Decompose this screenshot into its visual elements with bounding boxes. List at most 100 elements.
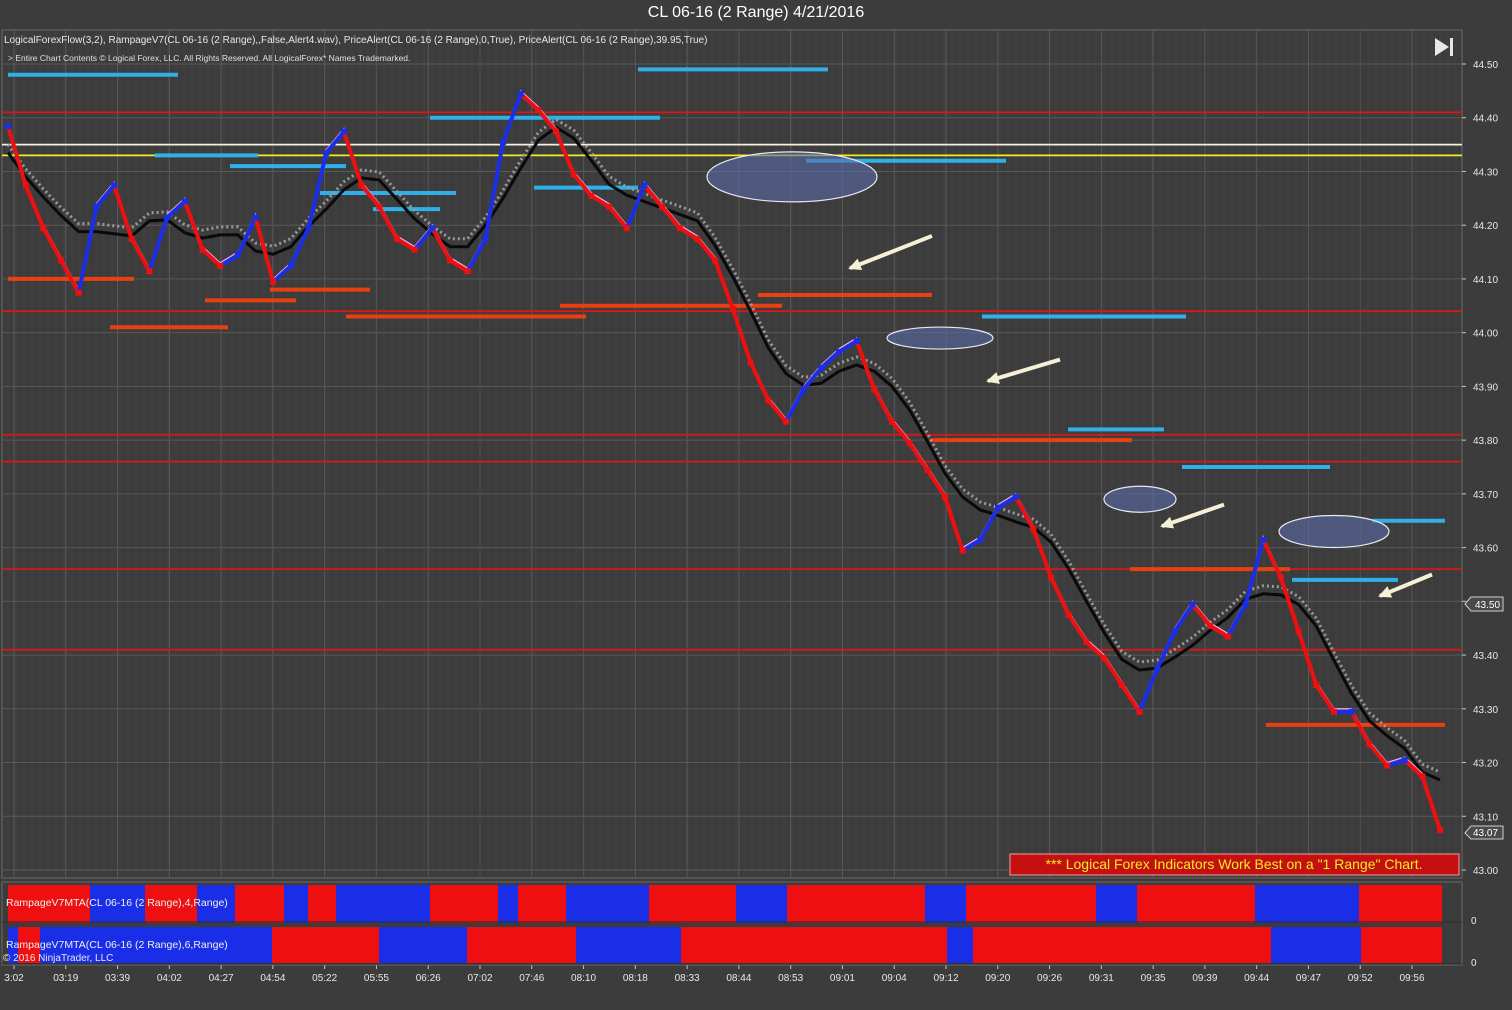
mta-panels (1, 881, 1463, 966)
price-point (729, 305, 736, 312)
x-tick-label: 09:20 (985, 973, 1010, 984)
mta1-bar (1359, 885, 1442, 923)
mta1-bar (498, 885, 518, 923)
x-tick-label: 08:10 (571, 973, 596, 984)
price-point (75, 289, 82, 296)
price-point (641, 182, 648, 189)
price-point (1383, 762, 1390, 769)
y-tick-label: 43.80 (1473, 436, 1498, 447)
x-tick-label: 08:18 (623, 973, 648, 984)
price-point (871, 386, 878, 393)
mta1-label: RampageV7MTA(CL 06-16 (2 Range),4,Range) (6, 897, 228, 909)
price-point (1101, 655, 1108, 662)
y-tick-label: 44.20 (1473, 221, 1498, 232)
x-tick-label: 06:26 (416, 973, 441, 984)
price-point (1224, 633, 1231, 640)
price-point (1295, 628, 1302, 635)
chart-window-title: CL 06-16 (2 Range) 4/21/2016 (647, 4, 865, 21)
price-point (287, 262, 294, 269)
price-point (1065, 612, 1072, 619)
y-tick-label: 44.50 (1473, 60, 1498, 71)
mta2-bar (379, 927, 467, 963)
x-tick-label: 09:31 (1089, 973, 1114, 984)
highlight-ellipse (1278, 514, 1390, 549)
price-point (1437, 827, 1443, 834)
x-tick-label: 09:12 (933, 973, 958, 984)
mta1-bar (649, 885, 736, 923)
price-point (5, 123, 11, 130)
x-tick-label: 09:44 (1244, 973, 1269, 984)
mta1-bar (787, 885, 925, 923)
price-point (40, 225, 47, 232)
x-tick-label: 08:44 (726, 973, 751, 984)
y-tick-label: 43.10 (1473, 812, 1498, 823)
mta1-bar (518, 885, 566, 923)
price-point (411, 246, 418, 253)
price-point (1313, 681, 1320, 688)
price-point (500, 139, 507, 146)
mta1-bar (235, 885, 284, 923)
price-point (22, 182, 29, 189)
marker-price-tag: 43.50 (1464, 596, 1504, 612)
mta1-bar (430, 885, 498, 923)
price-point (906, 440, 913, 447)
price-point (1260, 536, 1267, 543)
price-point (146, 268, 153, 275)
mta1-bar (1096, 885, 1137, 923)
y-tick-label: 43.40 (1473, 651, 1498, 662)
price-point (323, 149, 330, 156)
price-point (800, 386, 807, 393)
price-chart[interactable]: 43.00 43.10 43.20 43.30 43.40 43.50 43.60 43.70… (0, 28, 1512, 1010)
mta1-bar (284, 885, 308, 923)
price-point (358, 182, 365, 189)
x-tick-label: 09:52 (1348, 973, 1373, 984)
indicator-list: LogicalForexFlow(3,2), RampageV7(CL 06-1… (4, 35, 707, 46)
highlight-ellipse (1103, 485, 1177, 513)
x-tick-label: 04:54 (260, 973, 285, 984)
y-tick-label: 44.40 (1473, 114, 1498, 125)
price-point (93, 203, 100, 210)
mta1-bar (736, 885, 787, 923)
advice-banner-text: *** Logical Forex Indicators Work Best o… (1046, 856, 1423, 872)
mta2-label: RampageV7MTA(CL 06-16 (2 Range),6,Range) (6, 939, 228, 951)
x-tick-label: 04:27 (209, 973, 234, 984)
price-point (1189, 601, 1196, 608)
price-point (164, 214, 171, 221)
highlight-ellipse (886, 326, 994, 350)
mta1-bar (308, 885, 336, 923)
price-point (712, 257, 719, 264)
x-tick-label: 09:04 (882, 973, 907, 984)
x-tick-label: 3:02 (4, 973, 24, 984)
price-point (1171, 628, 1178, 635)
price-point (888, 418, 895, 425)
price-point (694, 235, 701, 242)
price-point (234, 252, 241, 259)
mta2-bar (467, 927, 576, 963)
price-point (1242, 601, 1249, 608)
x-tick-label: 08:53 (778, 973, 803, 984)
price-point (340, 128, 347, 135)
price-point (1348, 708, 1355, 715)
mta1-bar (566, 885, 649, 923)
y-tick-label: 43.70 (1473, 490, 1498, 501)
price-point (1136, 708, 1143, 715)
x-tick-label: 08:33 (675, 973, 700, 984)
x-tick-label: 09:26 (1037, 973, 1062, 984)
y-tick-label: 44.10 (1473, 275, 1498, 286)
price-point (818, 364, 825, 371)
x-tick-label: 09:56 (1399, 973, 1424, 984)
price-point (765, 397, 772, 404)
mta2-bar (973, 927, 1271, 963)
price-point (1154, 665, 1161, 672)
price-point (782, 418, 789, 425)
y-tick-label: 44.30 (1473, 167, 1498, 178)
price-point (217, 262, 224, 269)
mta2-bar (1361, 927, 1442, 963)
price-point (1401, 757, 1408, 764)
x-tick-label: 07:02 (467, 973, 492, 984)
y-tick-label: 43.90 (1473, 382, 1498, 393)
price-point (535, 106, 542, 113)
price-point (464, 268, 471, 275)
price-point (747, 359, 754, 366)
ninjatrader-copyright: © 2016 NinjaTrader, LLC (3, 953, 113, 964)
